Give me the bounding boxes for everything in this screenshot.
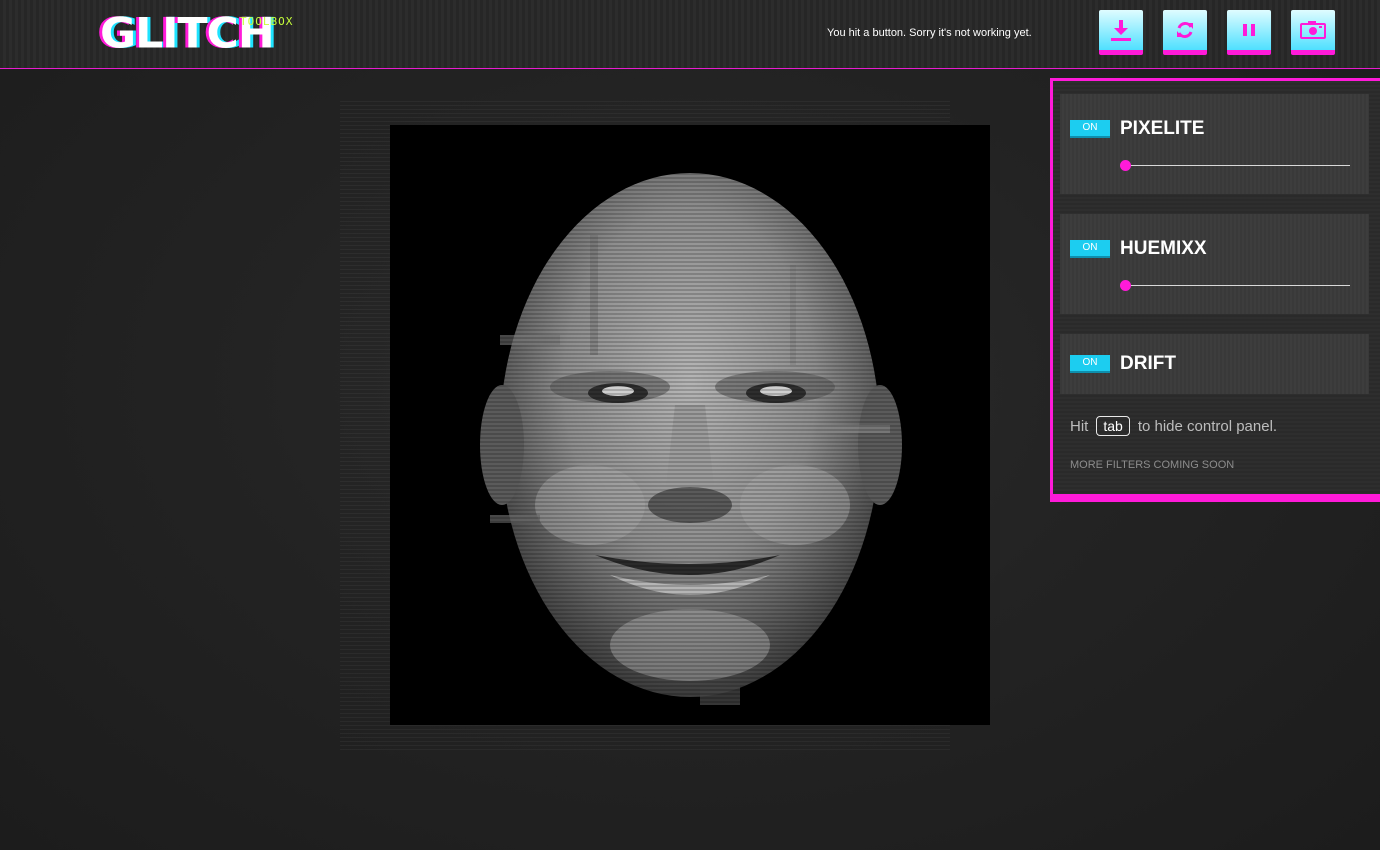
filter-drift: ON DRIFT xyxy=(1060,334,1369,394)
image-canvas[interactable] xyxy=(390,125,990,725)
download-button[interactable] xyxy=(1099,10,1143,55)
slider-pixelite[interactable] xyxy=(1125,165,1350,166)
hint-suffix: to hide control panel. xyxy=(1137,418,1278,435)
filter-name-drift: DRIFT xyxy=(1120,353,1176,374)
pause-button[interactable] xyxy=(1227,10,1271,55)
status-message: You hit a button. Sorry it's not working… xyxy=(827,27,1032,39)
tab-key-badge: tab xyxy=(1096,416,1130,436)
filter-pixelite: ON PIXELITE xyxy=(1060,94,1369,194)
panel-hint: Hit tab to hide control panel. xyxy=(1070,416,1277,436)
refresh-button[interactable] xyxy=(1163,10,1207,55)
refresh-icon xyxy=(1177,21,1193,39)
filter-name-huemixx: HUEMIXX xyxy=(1120,238,1207,259)
filter-toggle-drift[interactable]: ON xyxy=(1070,355,1110,373)
filter-toggle-pixelite[interactable]: ON xyxy=(1070,120,1110,138)
logo-subtitle: TOOLBOX xyxy=(240,15,294,28)
pause-icon xyxy=(1243,24,1255,36)
camera-button[interactable] xyxy=(1291,10,1335,55)
filter-huemixx: ON HUEMIXX xyxy=(1060,214,1369,314)
filter-name-pixelite: PIXELITE xyxy=(1120,118,1205,139)
top-bar: GLITCH TOOLBOX You hit a button. Sorry i… xyxy=(0,0,1380,69)
slider-thumb-pixelite[interactable] xyxy=(1120,160,1131,171)
glitched-face-image xyxy=(390,125,990,725)
filter-toggle-huemixx[interactable]: ON xyxy=(1070,240,1110,258)
download-icon xyxy=(1111,20,1131,41)
camera-icon xyxy=(1300,21,1326,39)
more-filters-note: MORE FILTERS COMING SOON xyxy=(1070,459,1235,471)
control-panel-accent-bar xyxy=(1050,494,1380,502)
slider-huemixx[interactable] xyxy=(1125,285,1350,286)
hint-prefix: Hit xyxy=(1070,418,1089,435)
slider-thumb-huemixx[interactable] xyxy=(1120,280,1131,291)
